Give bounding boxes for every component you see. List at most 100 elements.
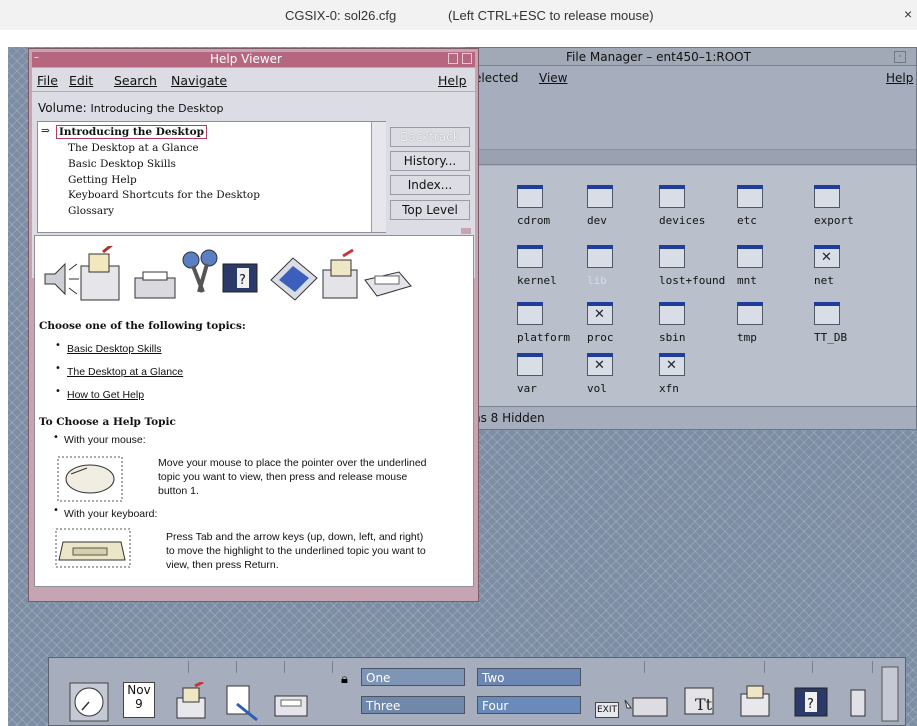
topic-list-scrollbar[interactable] (371, 122, 386, 232)
subpanel-handle[interactable] (189, 661, 237, 673)
folder-icon (517, 245, 543, 268)
folder-item[interactable]: devices (659, 185, 739, 234)
calendar-button[interactable]: Nov 9 (123, 682, 155, 718)
window-menu-icon[interactable]: – (34, 53, 46, 65)
workspace-three-button[interactable]: Three (361, 696, 465, 714)
link-desktop-at-a-glance[interactable]: The Desktop at a Glance (67, 366, 183, 378)
folder-icon (659, 185, 685, 208)
mouse-text-line3: button 1. (158, 485, 199, 497)
subpanel-handle[interactable] (813, 661, 873, 673)
folder-item[interactable]: sbin (659, 302, 739, 351)
folder-item[interactable]: export (814, 185, 894, 234)
status-text: ns 8 Hidden (473, 411, 545, 425)
monitor-icon (270, 257, 318, 301)
calendar-month: Nov (127, 683, 151, 697)
menu-file[interactable]: File (37, 73, 58, 88)
minimize-icon[interactable]: · (894, 51, 906, 63)
folder-item[interactable]: tmp (737, 302, 817, 351)
folder-item[interactable]: kernel (517, 245, 597, 294)
folder-label: vol (587, 382, 607, 395)
text-editor-icon[interactable] (221, 682, 261, 722)
folder-item[interactable]: vol (587, 353, 667, 402)
folder-item[interactable]: var (517, 353, 597, 402)
folder-item[interactable]: lost+found (659, 245, 739, 294)
folder-label: TT_DB (814, 331, 848, 344)
volume-label: Volume: Introducing the Desktop (38, 101, 224, 115)
topic-item-glance[interactable]: The Desktop at a Glance (68, 142, 199, 154)
app-manager-icon[interactable] (735, 680, 775, 722)
folder-item[interactable]: proc (587, 302, 667, 351)
menu-view[interactable]: View (539, 71, 567, 85)
folder-label: platform (517, 331, 570, 344)
file-manager-path-bar (466, 150, 916, 165)
folder-item[interactable]: net (814, 245, 894, 294)
folder-item[interactable]: dev (587, 185, 667, 234)
topic-item-glossary[interactable]: Glossary (68, 205, 114, 217)
link-how-to-get-help[interactable]: How to Get Help (67, 389, 144, 401)
lock-icon[interactable]: 🔒︎ (341, 672, 348, 687)
folder-label: xfn (659, 382, 679, 395)
exit-button[interactable]: EXIT (595, 702, 619, 718)
folder-item[interactable]: xfn (659, 353, 739, 402)
panel-scroll-handle[interactable] (881, 666, 899, 722)
menu-selected[interactable]: elected (474, 71, 518, 85)
folder-icon (517, 302, 543, 325)
menu-search[interactable]: Search (114, 73, 157, 88)
subpanel-handle[interactable] (285, 661, 333, 673)
folder-label: cdrom (517, 214, 551, 227)
subpanel-handle[interactable] (597, 661, 645, 673)
folder-item[interactable]: TT_DB (814, 302, 894, 351)
folder-icon (737, 245, 763, 268)
svg-text:Tt: Tt (695, 695, 713, 714)
menu-navigate[interactable]: Navigate (171, 73, 227, 88)
folder-label: etc (737, 214, 757, 227)
bullet-icon: • (53, 505, 59, 516)
help-viewer-title-bar[interactable]: – Help Viewer (32, 52, 475, 67)
mailer-icon[interactable] (271, 682, 311, 722)
file-manager-window[interactable]: File Manager – ent450–1:ROOT · elected V… (465, 47, 917, 430)
maximize-icon[interactable] (462, 53, 472, 64)
pane-sash[interactable] (461, 228, 471, 234)
link-basic-desktop-skills[interactable]: Basic Desktop Skills (67, 343, 162, 355)
printer-icon[interactable] (623, 682, 669, 722)
subpanel-handle[interactable] (645, 661, 765, 673)
menu-edit[interactable]: Edit (69, 73, 93, 88)
folder-item[interactable]: etc (737, 185, 817, 234)
folder-icon (517, 185, 543, 208)
file-manager-title-bar[interactable]: File Manager – ent450–1:ROOT · (466, 48, 916, 66)
folder-item[interactable]: platform (517, 302, 597, 351)
help-book-icon: ? (222, 263, 258, 293)
workspace-four-button[interactable]: Four (477, 696, 581, 714)
style-manager-icon[interactable]: Tt (681, 680, 721, 722)
subpanel-handle[interactable] (101, 661, 189, 673)
subpanel-handle[interactable] (237, 661, 285, 673)
topic-item-introducing[interactable]: Introducing the Desktop (56, 125, 207, 139)
workspace-two-button[interactable]: Two (477, 668, 581, 686)
folder-label: proc (587, 331, 614, 344)
index-button[interactable]: Index... (390, 175, 470, 195)
help-manager-icon[interactable]: ? (791, 680, 831, 722)
topic-item-keyboard-shortcuts[interactable]: Keyboard Shortcuts for the Desktop (68, 189, 260, 201)
history-button[interactable]: History... (390, 151, 470, 171)
trash-icon[interactable] (843, 680, 873, 722)
backtrack-button[interactable]: Backtrack (390, 127, 470, 147)
workspace-one-button[interactable]: One (361, 668, 465, 686)
clock-icon[interactable] (69, 682, 109, 722)
folder-item[interactable]: mnt (737, 245, 817, 294)
menu-help[interactable]: Help (438, 73, 467, 88)
help-viewer-window[interactable]: – Help Viewer File Edit Search Navigate … (28, 48, 479, 602)
svg-text:?: ? (239, 273, 246, 288)
keyboard-icon (55, 528, 131, 568)
folder-item[interactable]: lib (587, 245, 667, 294)
top-level-button[interactable]: Top Level (390, 200, 470, 220)
topic-item-getting-help[interactable]: Getting Help (68, 174, 137, 186)
minimize-icon[interactable] (448, 53, 458, 64)
topic-item-basic-skills[interactable]: Basic Desktop Skills (68, 158, 176, 170)
folder-item[interactable]: cdrom (517, 185, 597, 234)
file-manager-icon[interactable] (171, 682, 211, 722)
subpanel-handle[interactable] (765, 661, 813, 673)
host-close-icon[interactable]: × (904, 6, 912, 22)
menu-help[interactable]: Help (886, 71, 913, 85)
topic-tree-list[interactable]: ⇒ Introducing the Desktop The Desktop at… (37, 121, 386, 233)
bullet-icon: • (53, 432, 59, 443)
